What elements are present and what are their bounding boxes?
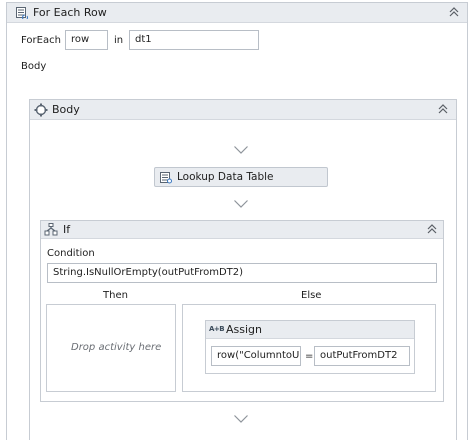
- if-icon: [44, 223, 58, 240]
- collapse-icon[interactable]: [447, 6, 461, 20]
- sequence-title: Body: [52, 103, 80, 116]
- then-drop-zone[interactable]: Drop activity here: [46, 304, 176, 392]
- if-activity[interactable]: If Condition String.IsNullOrEmpty(outPut…: [40, 220, 444, 402]
- assign-to-field[interactable]: row("ColumntoUp: [211, 346, 301, 366]
- assign-header[interactable]: A+B Assign: [206, 321, 414, 339]
- insert-arrow-icon[interactable]: [233, 414, 249, 424]
- if-title: If: [63, 223, 71, 236]
- insert-arrow-icon[interactable]: [233, 145, 249, 155]
- assign-equals: =: [305, 351, 314, 362]
- foreach-label: ForEach: [21, 35, 61, 46]
- collapse-icon[interactable]: [436, 103, 450, 117]
- assign-title: Assign: [226, 323, 262, 336]
- for-each-header[interactable]: For Each Row: [7, 3, 467, 23]
- for-each-title: For Each Row: [33, 6, 107, 19]
- else-drop-zone[interactable]: A+B Assign row("ColumntoUp = outPutFromD…: [182, 304, 436, 392]
- body-label: Body: [21, 61, 47, 72]
- sequence-header[interactable]: Body: [30, 100, 456, 120]
- condition-label: Condition: [47, 248, 95, 259]
- then-label: Then: [103, 290, 128, 301]
- assign-value-field[interactable]: outPutFromDT2: [314, 346, 410, 366]
- sequence-activity[interactable]: Body Lookup Data Table If Condition Stri…: [29, 99, 457, 440]
- for-each-activity[interactable]: For Each Row ForEach row in dt1 Body Bod…: [6, 2, 468, 440]
- assign-activity[interactable]: A+B Assign row("ColumntoUp = outPutFromD…: [205, 320, 415, 374]
- insert-arrow-icon[interactable]: [233, 199, 249, 209]
- condition-field[interactable]: String.IsNullOrEmpty(outPutFromDT2): [47, 263, 437, 283]
- lookup-label: Lookup Data Table: [177, 171, 274, 183]
- datatable-icon: [159, 171, 172, 187]
- assign-icon: A+B: [209, 325, 225, 333]
- collapse-icon[interactable]: [425, 223, 439, 237]
- foreach-icon: [15, 6, 28, 22]
- else-label: Else: [301, 290, 322, 301]
- foreach-collection-field[interactable]: dt1: [129, 30, 259, 50]
- if-header[interactable]: If: [41, 221, 443, 239]
- lookup-data-table-activity[interactable]: Lookup Data Table: [154, 167, 328, 187]
- drop-activity-placeholder: Drop activity here: [71, 342, 162, 353]
- sequence-icon: [34, 103, 48, 120]
- in-label: in: [114, 35, 124, 46]
- foreach-item-field[interactable]: row: [65, 30, 108, 50]
